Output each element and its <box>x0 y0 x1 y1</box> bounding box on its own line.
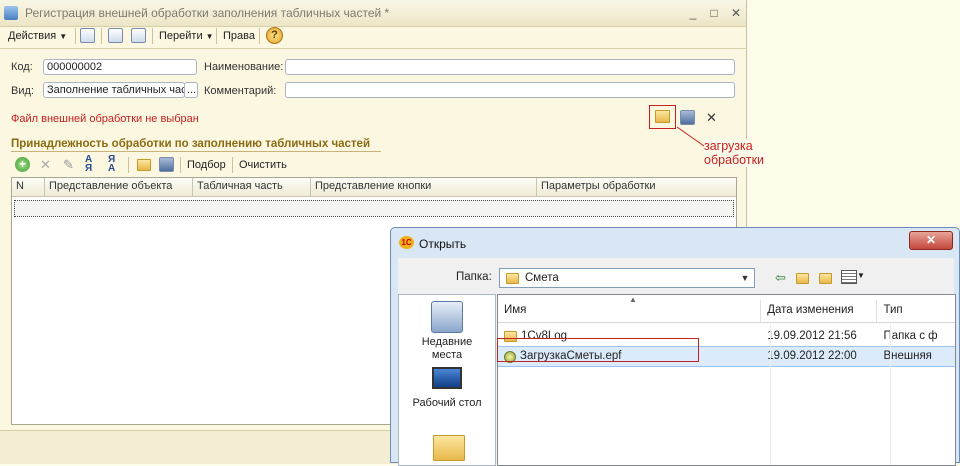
edit-row-icon[interactable]: ✎ <box>63 157 74 173</box>
column-header[interactable]: N <box>12 178 45 196</box>
up-folder-icon[interactable] <box>796 273 809 284</box>
selection-button[interactable]: Подбор <box>187 159 226 171</box>
table-row[interactable] <box>14 200 734 217</box>
dropdown-arrow-icon: ▼ <box>59 31 68 41</box>
toolbar-divider <box>0 48 746 49</box>
load-file-button[interactable] <box>655 110 670 123</box>
sort-up-icon: ▲ <box>629 295 637 304</box>
column-divider <box>770 323 771 465</box>
file-list-header: Имя Дата изменения Тип <box>498 300 955 323</box>
folder-combo[interactable]: Смета ▼ <box>499 268 755 288</box>
close-button[interactable]: ✕ <box>729 6 743 20</box>
clear-file-button[interactable]: ✕ <box>706 110 717 126</box>
maximize-button[interactable]: □ <box>707 6 721 20</box>
file-highlight-box <box>497 338 699 362</box>
copy-document-icon[interactable] <box>131 28 146 43</box>
open-folder-icon <box>655 110 670 123</box>
column-header[interactable]: Представление кнопки <box>311 178 537 196</box>
file-date: 19.09.2012 21:56 <box>767 330 857 342</box>
recent-places-icon <box>431 301 463 333</box>
section-underline <box>11 151 381 152</box>
places-item-desktop[interactable]: Рабочий стол <box>399 367 495 409</box>
folder-combo-value: Смета <box>525 272 559 284</box>
file-list[interactable]: ▲ Имя Дата изменения Тип 1Cv8Log 19.09.2… <box>497 294 956 466</box>
code-label: Код: <box>11 61 33 73</box>
section-title: Принадлежность обработки по заполнению т… <box>11 138 371 150</box>
back-icon[interactable]: ⇦ <box>775 270 786 286</box>
toolbar-separator <box>152 28 153 44</box>
file-date: 19.09.2012 22:00 <box>767 350 857 362</box>
name-field[interactable] <box>285 59 735 75</box>
sort-ascending-icon[interactable]: AЯ <box>85 155 92 174</box>
save-file-icon[interactable] <box>680 110 695 125</box>
column-divider <box>890 323 891 465</box>
load-settings-icon[interactable] <box>137 159 151 171</box>
name-label: Наименование: <box>204 61 284 73</box>
new-folder-icon[interactable] <box>819 273 832 284</box>
sort-descending-icon[interactable]: ЯA <box>108 155 115 174</box>
folder-label: Папка: <box>456 271 492 283</box>
places-item-label: Недавние места <box>421 336 473 361</box>
dropdown-arrow-icon: ▼ <box>205 31 214 41</box>
column-header[interactable]: Представление объекта <box>45 178 193 196</box>
desktop-icon <box>432 367 462 389</box>
code-field[interactable]: 000000002 <box>43 59 197 75</box>
toolbar-separator <box>128 157 129 173</box>
toolbar-separator <box>216 28 217 44</box>
rights-button[interactable]: Права <box>223 27 255 45</box>
dialog-title: Открыть <box>419 237 467 251</box>
toolbar-separator <box>259 28 260 44</box>
dropdown-arrow-icon[interactable]: ▼ <box>857 271 865 280</box>
table-header: N Представление объекта Табличная часть … <box>12 178 736 197</box>
help-icon[interactable]: ? <box>266 27 283 44</box>
1c-logo-icon: 1C <box>399 236 414 249</box>
places-bar: Недавние места Рабочий стол <box>398 294 496 466</box>
column-header-type[interactable]: Тип <box>877 300 955 322</box>
kind-select-button[interactable]: ... <box>184 82 198 98</box>
minimize-button[interactable]: _ <box>686 6 700 20</box>
places-item-label: Рабочий стол <box>412 397 482 409</box>
clear-button[interactable]: Очистить <box>239 159 287 171</box>
toolbar-separator <box>75 28 76 44</box>
add-row-icon[interactable]: + <box>15 157 30 172</box>
comment-label: Комментарий: <box>204 85 277 97</box>
window-app-icon <box>4 6 18 20</box>
view-menu-icon[interactable] <box>841 270 857 284</box>
places-item-recent[interactable]: Недавние места <box>399 301 495 362</box>
open-dialog: 1C Открыть ✕ Папка: Смета ▼ ⇦ ▼ Недавние… <box>390 227 960 466</box>
annotation-line <box>676 126 705 147</box>
actions-menu-label: Действия <box>8 30 57 42</box>
toolbar: Действия ▼ Перейти ▼ Права ? <box>0 27 746 47</box>
chevron-down-icon[interactable]: ▼ <box>738 270 752 286</box>
goto-menu[interactable]: Перейти ▼ <box>159 27 214 45</box>
delete-row-icon[interactable]: ✕ <box>40 157 51 173</box>
toolbar-separator <box>232 157 233 173</box>
write-close-icon[interactable] <box>80 28 95 43</box>
column-header[interactable]: Табличная часть <box>193 178 311 196</box>
annotation-text: загрузка обработки <box>704 139 765 167</box>
title-bar: Регистрация внешней обработки заполнения… <box>0 0 746 27</box>
refresh-icon[interactable] <box>108 28 123 43</box>
kind-field[interactable]: Заполнение табличных час <box>43 82 185 98</box>
column-header[interactable]: Параметры обработки <box>537 178 734 196</box>
toolbar-separator <box>101 28 102 44</box>
folder-icon <box>506 273 519 284</box>
dialog-close-button[interactable]: ✕ <box>909 231 953 250</box>
column-header-date[interactable]: Дата изменения <box>761 300 878 322</box>
actions-menu[interactable]: Действия ▼ <box>8 27 67 45</box>
comment-field[interactable] <box>285 82 735 98</box>
toolbar-separator <box>180 157 181 173</box>
window-title: Регистрация внешней обработки заполнения… <box>25 6 390 20</box>
save-settings-icon[interactable] <box>159 157 174 172</box>
kind-label: Вид: <box>11 85 34 97</box>
goto-menu-label: Перейти <box>159 30 203 42</box>
libraries-icon[interactable] <box>433 435 465 461</box>
file-status-text: Файл внешней обработки не выбран <box>11 113 199 125</box>
